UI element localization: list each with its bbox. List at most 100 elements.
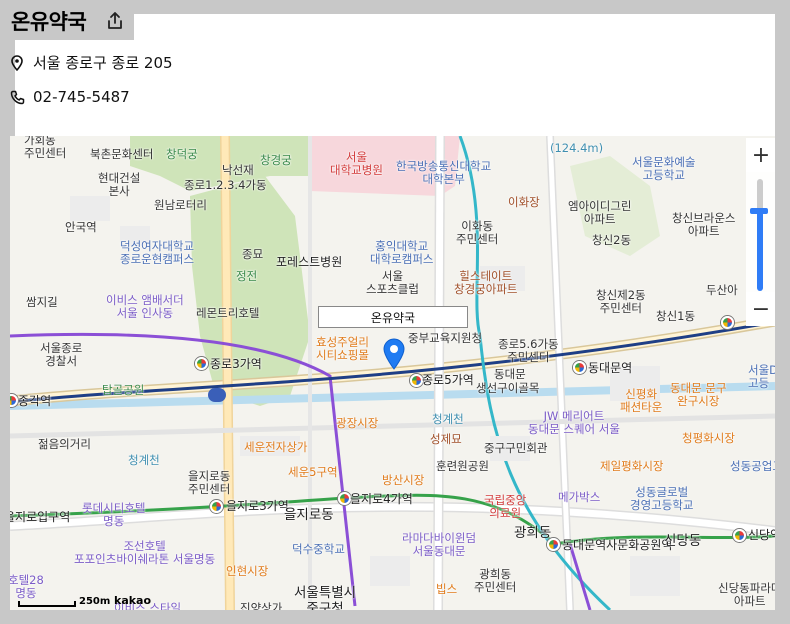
zoom-slider-level — [757, 211, 763, 291]
zoom-slider-handle[interactable] — [750, 208, 768, 214]
map-label-jeongjeon: 정전 — [236, 269, 258, 283]
map-label-cheonggye-1: 청계천 — [432, 412, 464, 426]
location-pin-icon — [9, 54, 25, 71]
map-label-changsin-je2: 창신제2동 주민센터 — [596, 288, 646, 316]
map-label-jongno3-station: 종로3가역 — [210, 357, 262, 371]
map-label-changsin2: 창신2동 — [592, 233, 632, 247]
map-label-seongjewon: 성제묘 — [430, 432, 462, 446]
map-label-junggu-city: 서울특별시 중구청 — [294, 585, 357, 610]
zoom-in-button[interactable]: + — [746, 138, 775, 172]
phone-icon — [9, 89, 25, 105]
address-text: 서울 종로구 종로 205 — [33, 54, 173, 72]
map-label-ddp-station: 동대문역사문화공원역 — [562, 538, 673, 552]
map-label-gwangjang: 광장시장 — [336, 416, 379, 430]
map-label-jungbu-edu: 중부교육지원청 — [408, 331, 483, 345]
scale-label: 250m — [79, 596, 111, 607]
map-label-gahoedong: 가회동 주민센터 — [24, 136, 67, 161]
map-label-jongno56: 종로5.6가동 주민센터 — [498, 337, 559, 365]
map-label-ihwajang: 이화장 — [508, 195, 540, 209]
map-label-sewoon: 세운전자상가 — [244, 440, 308, 454]
map-label-sindang: 신당동 — [664, 533, 702, 549]
map-label-hillstate: 힐스테이트 창경궁아파트 — [454, 269, 518, 297]
map-provider-logo: kakao — [114, 594, 152, 607]
map-label-changsin-brown: 창신브라운스 아파트 — [672, 211, 736, 239]
map-label-forest: 포레스트병원 — [276, 255, 343, 269]
place-marker-label[interactable]: 온유약국 — [318, 306, 468, 328]
map-label-jinyang: 진양상가 — [240, 601, 283, 610]
map-label-jonggak-station: 종각역 — [18, 394, 52, 408]
map-label-gwanghuidong-center: 광희동 주민센터 — [474, 567, 517, 595]
map-label-seoul-dongdaemun-hs: 서울D 고등 — [748, 363, 775, 391]
map-label-jongno-123: 종로1.2.3.4가동 — [184, 178, 267, 192]
zoom-slider-remaining — [757, 179, 763, 211]
map-label-junggu-office: 중구구민회관 — [484, 441, 548, 455]
zoom-out-button[interactable]: − — [746, 292, 775, 326]
map-label-deoksu: 덕수중학교 — [292, 542, 345, 556]
map-label-hyundai: 현대건설 본사 — [98, 171, 141, 199]
map-label-cheongpyeong: 청평화시장 — [682, 431, 735, 445]
map-label-sindang-station: 신당역 — [748, 528, 775, 542]
map-label-snuh: 서울 대학교병원 — [330, 150, 383, 178]
map-label-sewoon5: 세운5구역 — [288, 465, 338, 479]
place-info-card: 온유약국 서울 종로구 종로 205 02-745-5487 — [9, 2, 775, 136]
phone-row: 02-745-5487 — [9, 88, 130, 106]
map-label-seongdong-industrial: 성동공업고 — [730, 459, 775, 473]
map-label-bukchon: 북촌문화센터 — [90, 147, 154, 161]
station-jongno3[interactable] — [195, 357, 208, 370]
map-label-green-apt: 엠아이디그린 아파트 — [568, 199, 632, 227]
phone-number-link[interactable]: 02-745-5487 — [33, 88, 130, 106]
map-label-hunryeon: 훈련원공원 — [436, 459, 489, 473]
map-label-ewha-center: 이화동 주민센터 — [456, 219, 499, 247]
map-label-vips: 빕스 — [436, 582, 458, 596]
address-row: 서울 종로구 종로 205 — [9, 52, 173, 73]
map-label-changgyeonggung: 창경궁 — [260, 153, 292, 167]
map-label-euljirodong: 을지로동 — [284, 507, 334, 523]
map-label-changdeokgung: 창덕궁 — [166, 147, 198, 161]
map-label-duksung: 덕성여자대학교 종로운현캠퍼스 — [120, 239, 195, 267]
map-label-ibis: 이비스 앰배서더 서울 인사동 — [106, 293, 184, 321]
map-label-kbs-univ: 한국방송통신대학교 대학본부 — [396, 159, 492, 187]
map-label-dongdaemun-gate: 동대문 — [494, 367, 526, 381]
map-label-height: (124.4m) — [550, 141, 604, 155]
map-label-inhyeon: 인현시장 — [226, 564, 269, 578]
map-label-ramada: 라마다바이윈덤 서울동대문 — [402, 531, 477, 559]
map-label-euljiro3-station: 을지로3가역 — [226, 499, 289, 513]
station-sindang[interactable] — [733, 529, 746, 542]
map-label-jw: JW 메리어트 동대문 스퀘어 서울 — [528, 409, 620, 437]
place-marker-pin-icon[interactable] — [382, 338, 406, 370]
app-window: 온유약국 서울 종로구 종로 205 02-745-5487 가회동 주민센터 … — [0, 0, 790, 624]
map-label-saengseon: 생선구이골목 — [476, 381, 540, 395]
map-label-seoul-sports: 서울 스포츠클럽 — [366, 269, 419, 297]
map-label-wonnam: 원남로터리 — [154, 198, 207, 212]
map-label-jeil: 제일평화시장 — [600, 459, 664, 473]
station-euljiro3[interactable] — [210, 500, 223, 513]
map-label-nakseonjae: 낙선재 — [222, 163, 254, 177]
share-icon[interactable] — [104, 10, 126, 32]
map-label-seoul-arts-hs: 서울문화예술 고등학교 — [632, 155, 696, 183]
map-label-megabox: 메가박스 — [558, 490, 601, 504]
map-label-jongno-police: 서울종로 경찰서 — [40, 341, 83, 369]
map-label-lotte-city: 롯데시티호텔 명동 — [82, 501, 146, 529]
station-dongmyo[interactable] — [721, 316, 734, 329]
map-label-euljiro4-station: 을지로4가역 — [350, 492, 413, 506]
map-label-gwanghuidong: 광희동 — [514, 525, 552, 541]
map-label-hongik: 홍익대학교 대학로캠퍼스 — [370, 239, 434, 267]
page-title: 온유약국 — [11, 10, 87, 34]
station-dongdaemun[interactable] — [573, 361, 586, 374]
map-scale: 250m — [18, 596, 110, 607]
map-view[interactable]: 가회동 주민센터 북촌문화센터 창덕궁 낙선재 창경궁 서울 대학교병원 한국방송통… — [10, 136, 775, 610]
title-row: 온유약국 — [9, 2, 135, 40]
map-label-changsin1: 창신1동 — [656, 309, 696, 323]
map-label-chosun: 조선호텔 포포인츠바이쉐라톤 서울명동 — [74, 539, 216, 567]
scale-bar — [18, 601, 76, 607]
map-label-cheonggye-2: 청계천 — [128, 453, 160, 467]
map-label-jeomsu: 젊음의거리 — [38, 437, 91, 451]
map-label-dusan: 두산아 — [706, 283, 738, 297]
map-label-euljiro-ip: 을지로입구역 — [10, 510, 71, 524]
map-label-jongmyo: 종묘 — [242, 247, 264, 261]
map-label-sinpyeong: 신평화 패션타운 — [620, 387, 663, 415]
map-label-ssamjigil: 쌈지길 — [26, 295, 58, 309]
map-label-euljiro-center: 을지로동 주민센터 — [188, 469, 231, 497]
map-label-jongno5-station: 종로5가역 — [422, 373, 474, 387]
map-label-dongdaemun-mungu: 동대문 문구 완구시장 — [670, 381, 727, 409]
